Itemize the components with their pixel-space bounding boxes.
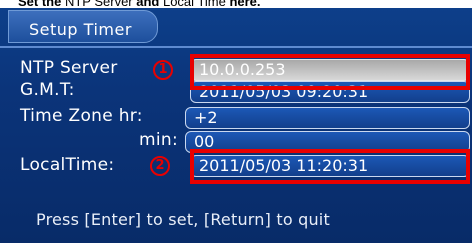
title-bar: Setup Timer bbox=[8, 10, 158, 43]
ntp-server-label: NTP Server bbox=[20, 58, 118, 78]
document-caption: Set the NTP Server and Local Time here. bbox=[0, 0, 472, 8]
caption-part-1: Set the bbox=[18, 0, 62, 8]
time-zone-min-label: min: bbox=[139, 130, 178, 150]
time-zone-hr-label: Time Zone hr: bbox=[20, 106, 143, 126]
setup-timer-screen: Setup Timer NTP Server 10.0.0.253 G.M.T:… bbox=[0, 8, 472, 243]
caption-part-3: and bbox=[136, 0, 160, 8]
screen-title: Setup Timer bbox=[29, 20, 132, 39]
time-zone-hr-field[interactable]: +2 bbox=[185, 107, 470, 129]
caption-part-5: here. bbox=[229, 0, 261, 8]
marker-1: 1 bbox=[153, 60, 173, 80]
time-zone-hr-value: +2 bbox=[194, 108, 218, 127]
local-time-label: LocalTime: bbox=[20, 155, 115, 175]
title-divider bbox=[0, 46, 472, 48]
caption-part-2: NTP Server bbox=[61, 0, 137, 8]
local-time-highlight-box bbox=[190, 149, 470, 184]
caption-part-4: Local Time bbox=[159, 0, 230, 8]
ntp-server-highlight-box bbox=[190, 54, 470, 90]
gmt-label: G.M.T: bbox=[20, 80, 75, 100]
footer-instructions: Press [Enter] to set, [Return] to quit bbox=[36, 210, 330, 229]
marker-2: 2 bbox=[150, 156, 170, 176]
